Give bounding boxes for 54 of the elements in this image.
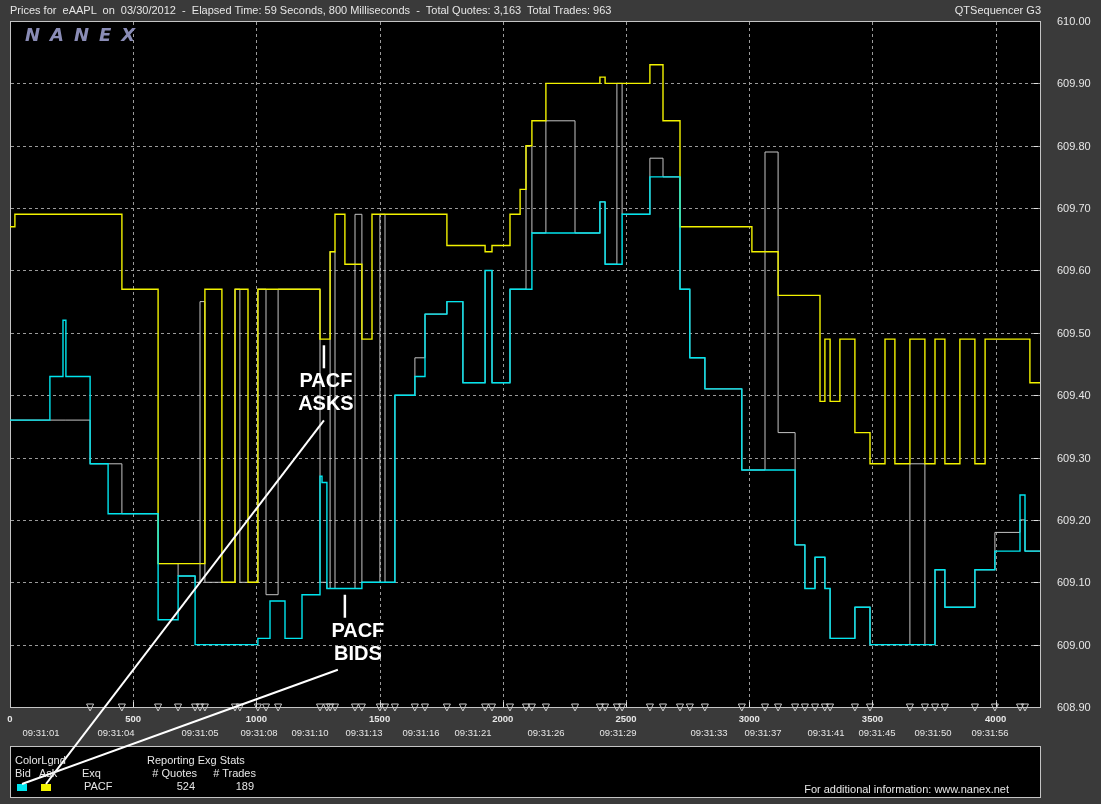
time-label: 09:31:50 <box>914 727 952 738</box>
time-label: 09:31:05 <box>181 727 219 738</box>
table-cell: 524 <box>176 780 195 793</box>
leader-line <box>343 594 347 618</box>
time-label: 09:31:37 <box>744 727 782 738</box>
time-label: 09:31:45 <box>858 727 896 738</box>
column-header: # Trades <box>213 767 256 780</box>
legend-title: ColorLgnd <box>15 754 67 767</box>
logo-text: NANEX <box>25 24 146 45</box>
y-axis-label: 609.10 <box>1057 576 1091 589</box>
y-axis-label: 609.30 <box>1057 451 1091 464</box>
time-label: 09:31:08 <box>240 727 278 738</box>
x-axis-label: 1000 <box>245 713 267 724</box>
column-header: # Quotes <box>152 767 197 780</box>
x-axis-label: 4000 <box>985 713 1007 724</box>
time-label: 09:31:21 <box>454 727 492 738</box>
stats-title: Reporting Exg Stats <box>147 754 246 767</box>
chart-header-title: Prices for eAAPL on 03/30/2012 - Elapsed Time: 59 Seconds, 800 Milliseconds - Total Quotes: 3,163 Total Trades: 963 <box>10 3 612 17</box>
time-label: 09:31:04 <box>97 727 135 738</box>
time-label: 09:31:13 <box>345 727 383 738</box>
annotation-label: PACF ASKS <box>297 369 355 416</box>
time-label: 09:31:41 <box>807 727 845 738</box>
x-axis-label: 3500 <box>861 713 883 724</box>
y-axis-label: 609.00 <box>1057 638 1091 651</box>
info-note: For additional information: www.nanex.net <box>804 783 1009 797</box>
y-axis-label: 609.80 <box>1057 139 1091 152</box>
time-label: 09:31:01 <box>22 727 60 738</box>
x-axis-label: 2000 <box>492 713 514 724</box>
time-label: 09:31:16 <box>402 727 440 738</box>
time-label: 09:31:10 <box>291 727 329 738</box>
y-axis-label: 609.40 <box>1057 389 1091 402</box>
y-axis-label: 608.90 <box>1057 701 1091 713</box>
y-axis-label: 609.50 <box>1057 326 1091 339</box>
time-label: 09:31:56 <box>971 727 1009 738</box>
app-name-label: QTSequencer G3 <box>954 3 1041 17</box>
table-cell-text: PACF <box>83 780 114 793</box>
y-axis-label: 610.00 <box>1057 17 1091 27</box>
table-cell: 189 <box>235 780 254 793</box>
time-label: 09:31:33 <box>690 727 728 738</box>
y-axis-label: 609.90 <box>1057 77 1091 90</box>
x-axis-label: 3000 <box>738 713 760 724</box>
leader-line <box>322 345 326 369</box>
x-axis-label: 500 <box>125 713 142 724</box>
column-header: Exq <box>82 767 102 780</box>
x-axis-label: 0 <box>7 713 13 724</box>
x-axis-label: 2500 <box>615 713 637 724</box>
time-label: 09:31:29 <box>599 727 637 738</box>
y-axis-label: 609.70 <box>1057 202 1091 215</box>
annotation-label: PACF BIDS <box>330 618 386 665</box>
y-axis-label: 609.20 <box>1057 513 1091 526</box>
time-label: 09:31:26 <box>527 727 565 738</box>
x-axis-label: 1500 <box>369 713 391 724</box>
legend-label: Bid <box>15 767 32 780</box>
y-axis-label: 609.60 <box>1057 264 1091 277</box>
